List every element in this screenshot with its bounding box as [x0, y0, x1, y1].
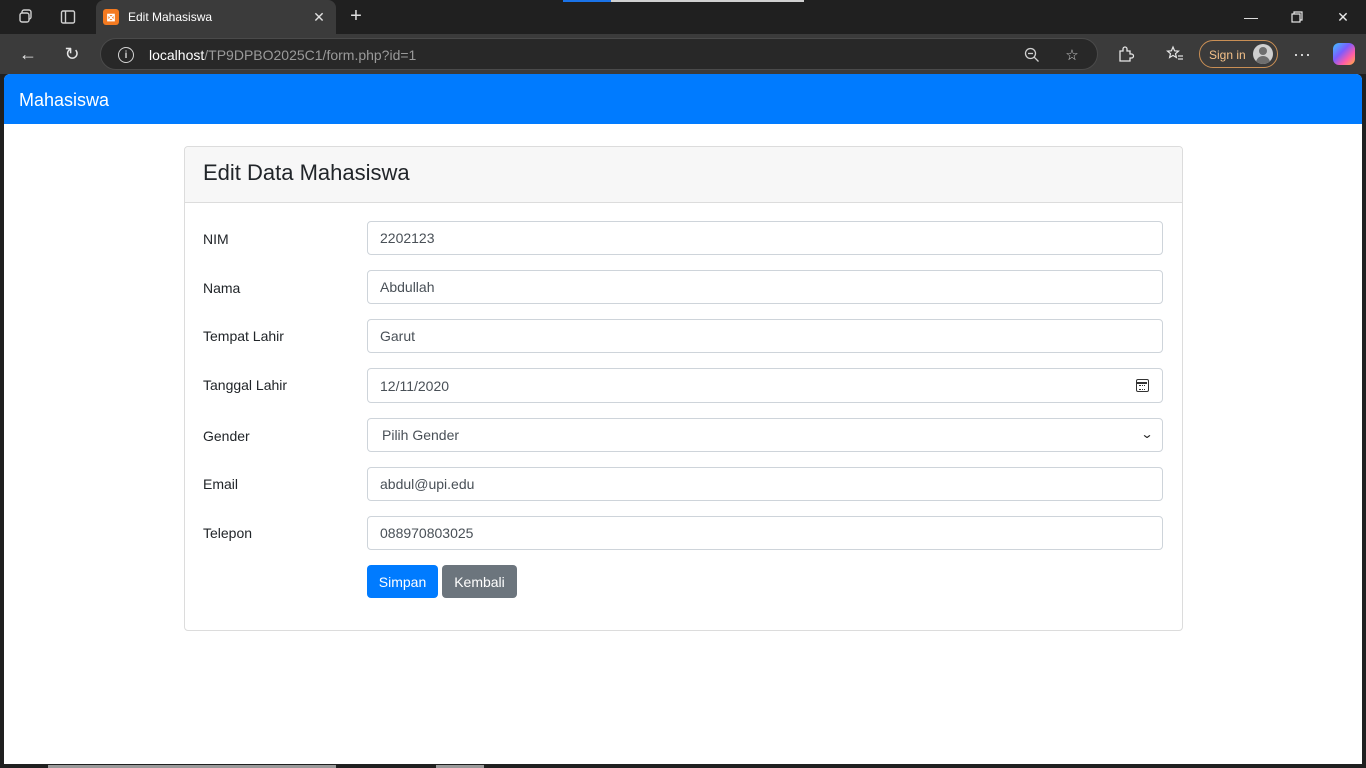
favorite-star-icon[interactable]: ☆	[1063, 46, 1081, 64]
url-text[interactable]: localhost/TP9DPBO2025C1/form.php?id=1	[149, 47, 416, 63]
browser-title-bar: ⊠ Edit Mahasiswa ✕ + — ✕	[0, 0, 1366, 34]
page-viewport: Mahasiswa Edit Data Mahasiswa NIM 220212…	[4, 74, 1362, 764]
brand-link[interactable]: Mahasiswa	[19, 90, 109, 111]
calendar-icon[interactable]	[1136, 379, 1149, 392]
page-title: Edit Data Mahasiswa	[203, 160, 410, 185]
zoom-out-icon[interactable]	[1023, 46, 1041, 64]
gender-selected-value: Pilih Gender	[382, 427, 460, 443]
nim-input[interactable]: 2202123	[367, 221, 1163, 255]
gender-label: Gender	[203, 428, 250, 444]
copilot-icon[interactable]	[1333, 43, 1355, 65]
telepon-input[interactable]: 088970803025	[367, 516, 1163, 550]
telepon-value: 088970803025	[380, 525, 474, 541]
card-header: Edit Data Mahasiswa	[185, 147, 1182, 203]
window-close-icon[interactable]: ✕	[1332, 6, 1354, 28]
edit-form-card: Edit Data Mahasiswa NIM 2202123 Nama Abd…	[184, 146, 1183, 631]
chevron-down-icon: ⌄	[1140, 427, 1154, 441]
info-icon[interactable]: i	[118, 47, 134, 63]
nama-label: Nama	[203, 280, 241, 296]
tempat-lahir-label: Tempat Lahir	[203, 328, 284, 344]
email-input[interactable]: abdul@upi.edu	[367, 467, 1163, 501]
extensions-icon[interactable]	[1115, 43, 1137, 65]
simpan-button[interactable]: Simpan	[367, 565, 438, 598]
avatar-icon	[1253, 44, 1273, 64]
email-label: Email	[203, 476, 239, 492]
nama-value: Abdullah	[380, 279, 435, 295]
tanggal-lahir-value: 12/11/2020	[380, 377, 450, 394]
refresh-icon[interactable]: ↻	[61, 43, 83, 65]
loading-indicator	[563, 0, 611, 2]
favorites-icon[interactable]	[1164, 43, 1186, 65]
address-bar[interactable]: i localhost/TP9DPBO2025C1/form.php?id=1 …	[100, 38, 1098, 70]
more-icon[interactable]: ···	[1291, 43, 1313, 65]
tab-actions-icon[interactable]	[57, 6, 79, 28]
sign-in-button[interactable]: Sign in	[1199, 40, 1278, 68]
tanggal-lahir-label: Tanggal Lahir	[203, 377, 288, 393]
browser-tab[interactable]: ⊠ Edit Mahasiswa ✕	[96, 0, 336, 34]
back-icon[interactable]: ←	[17, 43, 39, 65]
new-tab-icon[interactable]: +	[345, 6, 367, 28]
xampp-favicon-icon: ⊠	[103, 9, 119, 25]
telepon-label: Telepon	[203, 525, 253, 541]
kembali-button[interactable]: Kembali	[442, 565, 517, 598]
loading-track	[611, 0, 804, 2]
gender-select[interactable]: Pilih Gender ⌄	[367, 418, 1163, 452]
workspaces-icon[interactable]	[15, 6, 37, 28]
tab-title: Edit Mahasiswa	[128, 10, 213, 24]
sign-in-label: Sign in	[1209, 48, 1246, 62]
tempat-lahir-input[interactable]: Garut	[367, 319, 1163, 353]
minimize-icon[interactable]: —	[1240, 6, 1262, 28]
nim-label: NIM	[203, 231, 229, 247]
restore-icon[interactable]	[1286, 6, 1308, 28]
url-path: /TP9DPBO2025C1/form.php?id=1	[204, 47, 417, 63]
nim-value: 2202123	[380, 230, 435, 246]
app-navbar: Mahasiswa	[4, 74, 1362, 124]
browser-toolbar: ← ↻ i localhost/TP9DPBO2025C1/form.php?i…	[0, 34, 1366, 74]
email-value: abdul@upi.edu	[380, 476, 475, 492]
close-tab-icon[interactable]: ✕	[310, 8, 328, 26]
nama-input[interactable]: Abdullah	[367, 270, 1163, 304]
tanggal-lahir-input[interactable]: 12/11/2020	[367, 368, 1163, 403]
tempat-lahir-value: Garut	[380, 328, 416, 344]
url-host: localhost	[149, 47, 205, 63]
